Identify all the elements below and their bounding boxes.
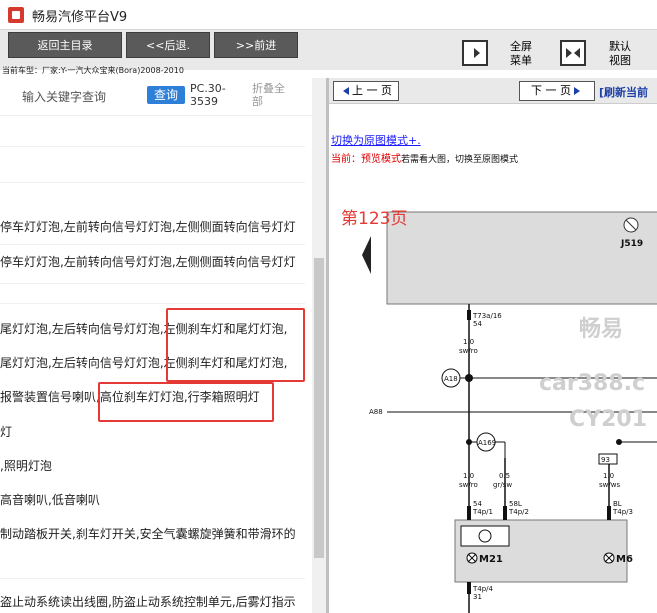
diagram-prev-arrow-icon [362, 236, 371, 274]
t4p4-label: T4p/4 [472, 585, 494, 593]
result-divider [0, 244, 305, 245]
pin-54b-label: 54 [473, 500, 482, 508]
result-item[interactable]: ,照明灯泡 [0, 457, 52, 474]
pin-31-label: 31 [473, 593, 482, 601]
search-results-pane: 输入关键字查询 查询 PC.30-3539 折叠全部 停车灯灯泡,左前转向信号灯… [0, 78, 312, 613]
wire-size-label-c: 0.5 [499, 472, 510, 480]
m6-label: M6 [616, 554, 633, 565]
next-page-button[interactable]: 下 一 页 [519, 81, 595, 101]
wire-terminal [467, 310, 471, 320]
title-bar: 畅易汽修平台V9 [0, 0, 657, 30]
prev-page-button[interactable]: 上 一 页 [333, 81, 399, 101]
arrow-right-icon [574, 87, 580, 95]
mode-hint: 若需看大图，切换至原图模式 [401, 155, 519, 165]
highlight-box-high-brake-lamp [98, 382, 274, 422]
window-title: 畅易汽修平台V9 [32, 10, 128, 25]
t4p3-label: T4p/3 [612, 508, 633, 516]
diagram-viewer: J519 T73a/16 54 1.0 sw/ro A18 A88 A169 9… [329, 78, 657, 613]
view-label: 视图 [609, 54, 631, 67]
menu-label: 菜单 [510, 54, 532, 67]
terminal-t4p1 [467, 506, 471, 520]
wire-junction-3 [616, 439, 622, 445]
result-divider [0, 182, 305, 183]
query-button[interactable]: 查询 [147, 86, 185, 104]
scroll-thumb[interactable] [314, 258, 324, 558]
result-item[interactable]: 停车灯灯泡,左前转向信号灯灯泡,左侧侧面转向信号灯灯 [0, 218, 296, 235]
result-divider [0, 303, 305, 304]
a88-label: A88 [369, 408, 383, 416]
arrow-left-icon [343, 87, 349, 95]
watermark-text: 畅易 [579, 317, 623, 342]
wire-size-label: 1.0 [463, 338, 474, 346]
back-button[interactable]: <<后退. [126, 32, 210, 58]
home-button[interactable]: 返回主目录 [8, 32, 122, 58]
default-view-button[interactable]: 默认 视图 [600, 40, 640, 68]
page-code: PC.30-3539 [190, 82, 226, 108]
terminal-t4p2 [503, 506, 507, 520]
mode-prefix: 当前： [331, 154, 361, 165]
pin-58l-label: 58L [509, 500, 522, 508]
a18-label: A18 [444, 375, 458, 383]
fullscreen-icon[interactable] [462, 40, 488, 66]
result-item[interactable]: 停车灯灯泡,左前转向信号灯灯泡,左侧侧面转向信号灯灯 [0, 253, 296, 270]
result-divider [0, 578, 305, 579]
keyword-search-input[interactable]: 输入关键字查询 [22, 88, 106, 105]
watermark-text: CY201 [569, 407, 647, 432]
collapse-all-button[interactable]: 折叠全部 [252, 82, 292, 108]
pin-54-label: 54 [473, 320, 482, 328]
watermark-text: car388.c [539, 371, 645, 396]
j519-label: J519 [620, 239, 643, 249]
a169-label: A169 [478, 439, 496, 447]
node-93-label: 93 [601, 456, 610, 464]
t73a-label: T73a/16 [472, 312, 502, 320]
page-number: 第123页 [341, 209, 408, 229]
wire-size-label-b: 1.0 [463, 472, 474, 480]
wire-junction-2 [466, 439, 472, 445]
forward-button[interactable]: >>前进 [214, 32, 298, 58]
refresh-page-button[interactable]: [刷新当前 [599, 84, 648, 100]
wire-size-label-d: 1.0 [603, 472, 614, 480]
fullscreen-menu-button[interactable]: 全屏 菜单 [502, 40, 540, 68]
lamp-holder-icon [478, 529, 492, 543]
result-item[interactable]: 制动踏板开关,刹车灯开关,安全气囊螺旋弹簧和带滑环的 [0, 525, 296, 542]
wire-color-label-c: gr/sw [493, 481, 512, 489]
result-item[interactable]: 灯 [0, 423, 12, 440]
result-item[interactable]: 盗止动系统读出线圈,防盗止动系统控制单元,后雾灯指示 [0, 593, 296, 610]
m21-label: M21 [479, 554, 503, 565]
result-divider [0, 283, 305, 284]
current-mode-line: 当前：预览模式若需看大图，切换至原图模式 [331, 150, 518, 165]
pin-bl-label: BL [613, 500, 622, 508]
mode-name: 预览模式 [361, 154, 401, 165]
app-logo-icon [8, 7, 24, 23]
highlight-box-rear-lamp [166, 308, 305, 382]
wire-color-label: sw/ro [459, 347, 478, 355]
wire-color-label-b: sw/ro [459, 481, 478, 489]
result-divider [0, 146, 305, 147]
fullscreen-label: 全屏 [510, 40, 532, 53]
next-page-label: 下 一 页 [531, 84, 571, 97]
search-bar: 输入关键字查询 查询 PC.30-3539 折叠全部 [0, 78, 312, 116]
default-view-icon[interactable] [560, 40, 586, 66]
j519-module-box [386, 211, 657, 305]
switch-original-mode-link[interactable]: 切换为原图模式+. [331, 132, 421, 148]
terminal-t4p4 [467, 582, 471, 594]
left-scrollbar[interactable] [312, 78, 326, 613]
wire-color-label-d: sw/ws [599, 481, 620, 489]
t4p2-label: T4p/2 [508, 508, 529, 516]
vehicle-info: 当前车型：厂家:Y-一汽大众宝来(Bora)2008-2010 [2, 66, 184, 75]
result-item[interactable]: 高音喇叭,低音喇叭 [0, 491, 100, 508]
t4p1-label: T4p/1 [472, 508, 493, 516]
prev-page-label: 上 一 页 [352, 84, 392, 97]
terminal-t4p3 [607, 506, 611, 520]
viewer-toolbar: 上 一 页 下 一 页 [刷新当前 [329, 78, 657, 104]
default-label: 默认 [609, 40, 631, 53]
main-toolbar: 返回主目录 <<后退. >>前进 全屏 菜单 默认 视图 [0, 30, 657, 70]
